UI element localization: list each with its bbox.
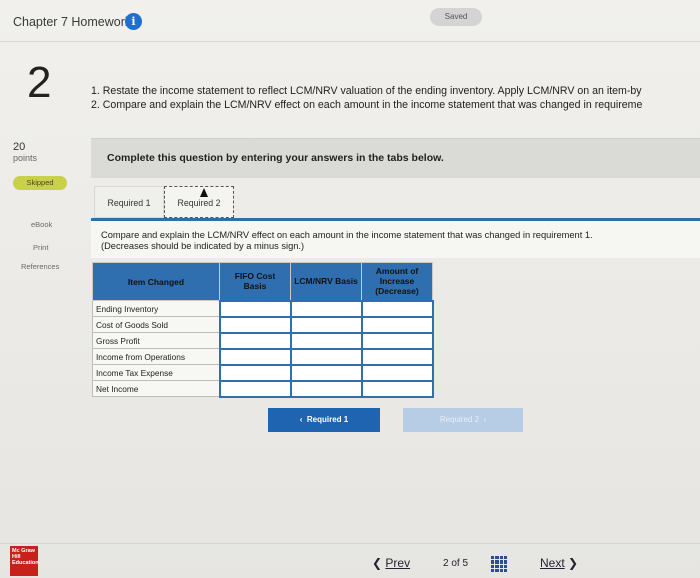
- lcm-input-field[interactable]: [291, 365, 361, 380]
- grid-view-icon[interactable]: [491, 556, 507, 572]
- amount-input[interactable]: [360, 331, 434, 350]
- lcm-input-field[interactable]: [291, 317, 361, 332]
- table-row: Ending Inventory: [92, 299, 434, 318]
- amount-input-field[interactable]: [362, 381, 432, 396]
- instruction-banner: Complete this question by entering your …: [91, 138, 700, 178]
- table-row: Net Income: [92, 379, 434, 398]
- amount-input[interactable]: [360, 315, 434, 334]
- amount-input-field[interactable]: [362, 365, 432, 380]
- page-total: 5: [462, 558, 469, 569]
- row-label: Gross Profit: [92, 332, 220, 349]
- header-bar: Chapter 7 Homework i Saved: [0, 0, 700, 42]
- print-link[interactable]: Print: [33, 243, 48, 252]
- fifo-input-field[interactable]: [220, 365, 290, 380]
- header-fifo-cost-basis: FIFO Cost Basis: [219, 262, 291, 301]
- lcm-input[interactable]: [289, 379, 363, 398]
- next-label: Next: [540, 556, 565, 570]
- question-counter: 2 of 5: [443, 558, 468, 569]
- question-line-2: (Decreases should be indicated by a minu…: [101, 241, 305, 251]
- mouse-cursor-icon: [200, 188, 208, 197]
- header-item-changed: Item Changed: [92, 262, 220, 301]
- chevron-left-icon: ❮: [372, 556, 386, 570]
- references-link[interactable]: References: [21, 262, 59, 271]
- skipped-status-badge: Skipped: [13, 176, 67, 190]
- tab-required-2[interactable]: Required 2: [164, 186, 234, 218]
- row-label: Cost of Goods Sold: [92, 316, 220, 333]
- amount-input-field[interactable]: [362, 301, 432, 316]
- amount-input-field[interactable]: [362, 349, 432, 364]
- page-of: of: [451, 558, 460, 569]
- question-number: 2: [27, 58, 52, 107]
- instruction-line-2: 2. Compare and explain the LCM/NRV effec…: [91, 99, 643, 111]
- fifo-input-field[interactable]: [220, 301, 290, 316]
- header-lcm-nrv-basis: LCM/NRV Basis: [290, 262, 362, 301]
- info-icon[interactable]: i: [125, 13, 142, 30]
- prev-question-link[interactable]: ❮ Prev: [372, 556, 410, 570]
- points-value: 20: [13, 141, 26, 153]
- chevron-left-icon: ‹: [299, 415, 307, 424]
- instructions: 1. Restate the income statement to refle…: [91, 84, 700, 112]
- fifo-input-field[interactable]: [220, 349, 290, 364]
- mcgraw-hill-logo: Mc Graw Hill Education: [10, 546, 39, 576]
- fifo-input-field[interactable]: [220, 317, 290, 332]
- table-header-row: Item Changed FIFO Cost Basis LCM/NRV Bas…: [92, 262, 433, 301]
- fifo-input[interactable]: [218, 347, 292, 366]
- fifo-input[interactable]: [218, 363, 292, 382]
- fifo-input-field[interactable]: [220, 333, 290, 348]
- page-current: 2: [443, 558, 449, 569]
- amount-input-field[interactable]: [362, 333, 432, 348]
- ebook-link[interactable]: eBook: [31, 220, 52, 229]
- fifo-input[interactable]: [218, 299, 292, 318]
- row-label: Ending Inventory: [92, 300, 220, 317]
- footer-bar: Mc Graw Hill Education ❮ Prev 2 of 5 Nex…: [0, 543, 700, 578]
- prev-required-button[interactable]: ‹ Required 1: [268, 408, 380, 432]
- assignment-title: Chapter 7 Homework: [13, 15, 132, 29]
- next-required-label: Required 2: [439, 415, 480, 424]
- table-row: Gross Profit: [92, 331, 434, 350]
- prev-label: Prev: [385, 556, 411, 570]
- table-row: Income Tax Expense: [92, 363, 434, 382]
- fifo-input-field[interactable]: [220, 381, 290, 396]
- fifo-input[interactable]: [218, 315, 292, 334]
- lcm-input-field[interactable]: [291, 333, 361, 348]
- banner-text: Complete this question by entering your …: [107, 152, 444, 164]
- header-amount-change: Amount of Increase (Decrease): [361, 262, 433, 301]
- answer-table: Item Changed FIFO Cost Basis LCM/NRV Bas…: [92, 262, 434, 398]
- amount-input[interactable]: [360, 363, 434, 382]
- fifo-input[interactable]: [218, 331, 292, 350]
- lcm-input-field[interactable]: [291, 381, 361, 396]
- row-label: Income Tax Expense: [92, 364, 220, 381]
- fifo-input[interactable]: [218, 379, 292, 398]
- row-label: Income from Operations: [92, 348, 220, 365]
- table-row: Cost of Goods Sold: [92, 315, 434, 334]
- lcm-input[interactable]: [289, 347, 363, 366]
- amount-input-field[interactable]: [362, 317, 432, 332]
- question-line-1: Compare and explain the LCM/NRV effect o…: [101, 230, 593, 240]
- page: Chapter 7 Homework i Saved 2 20 points S…: [0, 0, 700, 578]
- row-label: Net Income: [92, 380, 220, 397]
- lcm-input[interactable]: [289, 331, 363, 350]
- points-label: points: [13, 153, 38, 163]
- lcm-input[interactable]: [289, 315, 363, 334]
- lcm-input[interactable]: [289, 363, 363, 382]
- lcm-input[interactable]: [289, 299, 363, 318]
- lcm-input-field[interactable]: [291, 301, 361, 316]
- saved-status-badge: Saved: [430, 8, 482, 26]
- amount-input[interactable]: [360, 347, 434, 366]
- next-required-button[interactable]: Required 2 ›: [403, 408, 523, 432]
- table-row: Income from Operations: [92, 347, 434, 366]
- amount-input[interactable]: [360, 379, 434, 398]
- prev-required-label: Required 1: [306, 415, 349, 424]
- tab-required-1[interactable]: Required 1: [94, 186, 164, 218]
- question-prompt: Compare and explain the LCM/NRV effect o…: [91, 218, 700, 258]
- chevron-right-icon: ›: [479, 415, 487, 424]
- chevron-right-icon: ❯: [564, 556, 579, 570]
- lcm-input-field[interactable]: [291, 349, 361, 364]
- next-question-link[interactable]: Next ❯: [540, 556, 578, 570]
- amount-input[interactable]: [360, 299, 434, 318]
- instruction-line-1: 1. Restate the income statement to refle…: [91, 85, 642, 97]
